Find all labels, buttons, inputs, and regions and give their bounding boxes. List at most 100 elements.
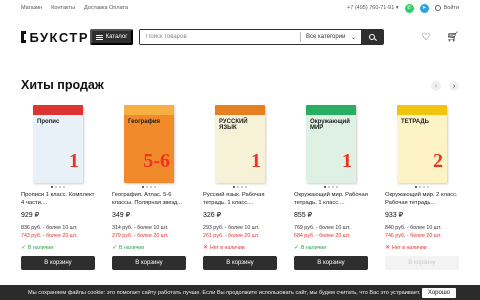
product-card[interactable]: ТЕТРАДЬ 2 Окружающий мир. 2 класс. Рабоч… (385, 100, 459, 270)
stock-status: ✓ В наличии (21, 244, 95, 252)
image-dots (294, 186, 368, 188)
next-arrow-icon[interactable]: › (449, 81, 459, 91)
dot[interactable] (146, 186, 148, 188)
dot[interactable] (237, 186, 239, 188)
link-shop[interactable]: Магазин (21, 5, 42, 11)
product-cover[interactable]: География 5-6 (112, 100, 186, 188)
product-price: 855 ₽ (294, 212, 313, 219)
dot[interactable] (241, 186, 243, 188)
add-to-cart-button[interactable]: В корзину (294, 256, 368, 270)
bulk-price-10: 769 руб. - более 10 шт. (294, 225, 351, 231)
image-dots (112, 186, 186, 188)
dot[interactable] (332, 186, 334, 188)
bulk-price-20: 279 руб. - более 20 шт. (112, 232, 169, 239)
book-image: Пропис 1 (33, 105, 83, 183)
product-cover[interactable]: Пропис 1 (21, 100, 95, 188)
add-to-cart-button[interactable]: В корзину (385, 256, 459, 270)
cover-title: География (128, 119, 161, 125)
product-card[interactable]: РУССКИЙ ЯЗЫК 1 Русский язык. Рабочая тет… (203, 100, 277, 270)
product-price: 349 ₽ (112, 212, 131, 219)
login-link[interactable]: Войти (434, 5, 459, 11)
product-cover[interactable]: Окружающий МИР 1 (294, 100, 368, 188)
dot[interactable] (59, 186, 61, 188)
bulk-prices: 314 руб. - более 10 шт. 279 руб. - более… (112, 225, 186, 240)
stock-status: ✕ Нет в наличии (385, 244, 459, 252)
bulk-price-10: 314 руб. - более 10 шт. (112, 225, 169, 231)
product-card[interactable]: География 5-6 География. Атлас. 5-6 клас… (112, 100, 186, 270)
stock-label: Нет в наличии (210, 244, 245, 251)
telegram-icon[interactable]: ➤ (419, 3, 429, 13)
prev-arrow-icon[interactable]: ‹ (431, 81, 441, 91)
search-button[interactable] (361, 30, 383, 44)
product-list: Пропис 1 Прописи 1 класс. Комплект 4 час… (21, 100, 461, 270)
product-title[interactable]: Русский язык. Рабочая тетрадь. 1 класс..… (203, 191, 277, 207)
dot[interactable] (423, 186, 425, 188)
dot[interactable] (142, 186, 144, 188)
favorites-heart-icon[interactable]: ♡ (421, 32, 430, 43)
dot[interactable] (51, 186, 53, 188)
whatsapp-icon[interactable]: ✆ (404, 3, 414, 13)
product-title[interactable]: Окружающий мир. 2 класс. Рабочая тетрадь… (385, 191, 459, 207)
stock-label: В наличии (119, 244, 145, 251)
image-dots (21, 186, 95, 188)
header: БУКСТР Каталог Все категории ⌄ ♡ 🛒︎ (0, 23, 480, 51)
link-contacts[interactable]: Контакты (51, 5, 75, 11)
product-card[interactable]: Пропис 1 Прописи 1 класс. Комплект 4 час… (21, 100, 95, 270)
product-card[interactable]: Окружающий МИР 1 Окружающий мир. Рабочая… (294, 100, 368, 270)
section-title: Хиты продаж (21, 78, 104, 92)
phone-chevron-icon: ▾ (395, 5, 399, 11)
product-cover[interactable]: РУССКИЙ ЯЗЫК 1 (203, 100, 277, 188)
add-to-cart-button[interactable]: В корзину (203, 256, 277, 270)
product-title[interactable]: Окружающий мир. Рабочая тетрадь. 1 класс… (294, 191, 368, 207)
bulk-price-10: 840 руб. - более 10 шт. (385, 225, 442, 231)
dot[interactable] (154, 186, 156, 188)
cover-band (215, 105, 265, 115)
search-category-select[interactable]: Все категории ⌄ (301, 34, 361, 41)
image-dots (385, 186, 459, 188)
stock-status: ✓ В наличии (294, 244, 368, 252)
product-title[interactable]: География. Атлас. 5-6 классы. Полярная з… (112, 191, 186, 207)
logo-icon (21, 31, 31, 43)
stock-label: В наличии (28, 244, 54, 251)
search-input[interactable] (140, 30, 300, 44)
search-bar: Все категории ⌄ (139, 29, 384, 45)
catalog-button[interactable]: Каталог (90, 29, 133, 45)
phone-number[interactable]: +7 (495) 760-71-91 ▾ (347, 5, 399, 11)
add-to-cart-button[interactable]: В корзину (112, 256, 186, 270)
cart-icon[interactable]: 🛒︎ (446, 32, 459, 43)
cover-title: ТЕТРАДЬ (401, 119, 429, 125)
dot[interactable] (336, 186, 338, 188)
cookie-ok-button[interactable]: Хорошо (421, 287, 456, 298)
product-title[interactable]: Прописи 1 класс. Комплект 4 части.... (21, 191, 95, 207)
dot[interactable] (245, 186, 247, 188)
carousel-arrows: ‹ › (431, 81, 459, 91)
cover-band (33, 105, 83, 115)
book-image: География 5-6 (124, 105, 174, 183)
dot[interactable] (55, 186, 57, 188)
add-to-cart-button[interactable]: В корзину (21, 256, 95, 270)
product-price: 326 ₽ (203, 212, 222, 219)
bulk-prices: 293 руб. - более 10 шт. 261 руб. - более… (203, 225, 277, 240)
cover-number: 5-6 (143, 150, 170, 172)
logo[interactable]: БУКСТР (21, 30, 89, 45)
dot[interactable] (324, 186, 326, 188)
top-right: +7 (495) 760-71-91 ▾ ✆ ➤ Войти (347, 3, 459, 13)
dot[interactable] (415, 186, 417, 188)
bulk-prices: 836 руб. - более 10 шт. 743 руб. - более… (21, 225, 95, 240)
cover-title: Окружающий МИР (310, 119, 350, 131)
check-icon: ✓ (294, 245, 300, 251)
dot[interactable] (427, 186, 429, 188)
cover-number: 2 (433, 150, 443, 172)
product-cover[interactable]: ТЕТРАДЬ 2 (385, 100, 459, 188)
dot[interactable] (150, 186, 152, 188)
link-delivery[interactable]: Доставка Оплата (84, 5, 128, 11)
cover-number: 1 (251, 150, 261, 172)
book-image: Окружающий МИР 1 (306, 105, 356, 183)
dot[interactable] (419, 186, 421, 188)
header-icons: ♡ 🛒︎ (421, 32, 459, 43)
cross-icon: ✕ (385, 245, 391, 251)
bulk-price-20: 261 руб. - более 20 шт. (203, 232, 260, 239)
dot[interactable] (63, 186, 65, 188)
dot[interactable] (233, 186, 235, 188)
dot[interactable] (328, 186, 330, 188)
